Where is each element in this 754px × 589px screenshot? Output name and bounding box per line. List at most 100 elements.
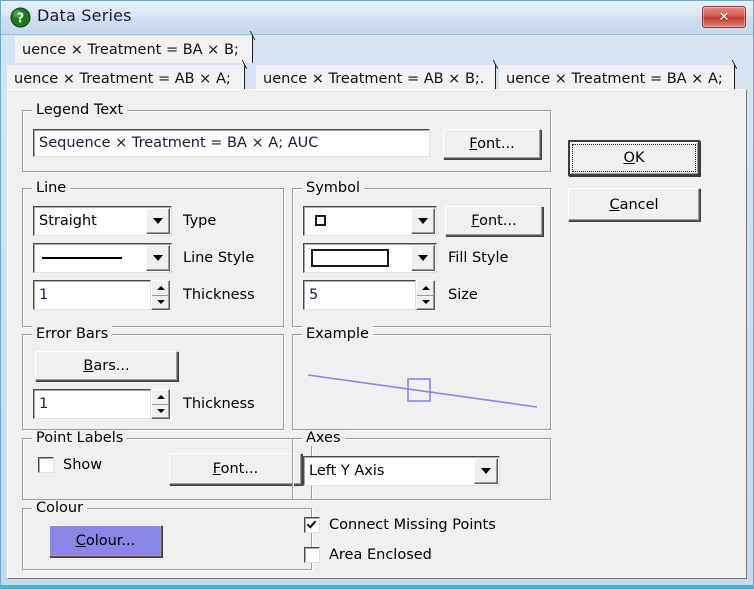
point-labels-font-button[interactable]: Font... (169, 453, 302, 485)
caret-down-icon (421, 300, 430, 305)
error-bars-thickness-label: Thickness (183, 396, 255, 412)
error-bars-group: Error Bars Bars... 1 Thickness (22, 326, 284, 430)
symbol-fill-label: Fill Style (448, 250, 509, 266)
question-mark-icon: ? (10, 7, 31, 28)
window-title: Data Series (37, 6, 132, 25)
caret-up-icon (421, 285, 430, 290)
error-bars-group-label: Error Bars (32, 326, 113, 342)
example-group: Example (292, 326, 551, 430)
line-group-label: Line (32, 180, 71, 196)
line-thickness-stepper[interactable] (151, 280, 170, 310)
open-square-icon (315, 215, 326, 226)
axes-value: Left Y Axis (309, 463, 385, 479)
connect-missing-points-label: Connect Missing Points (329, 517, 496, 533)
colour-button[interactable]: Colour... (49, 525, 162, 557)
point-labels-group: Point Labels Show Font... (22, 430, 312, 500)
chevron-down-icon (153, 255, 163, 261)
line-thickness-input[interactable]: 1 (33, 280, 151, 310)
line-type-combo[interactable]: Straight (33, 206, 172, 236)
legend-font-button-label: Font... (469, 136, 515, 152)
symbol-font-button[interactable]: Font... (445, 206, 543, 236)
symbol-group: Symbol Font... Fill Style 5 Size (292, 180, 551, 327)
caret-down-icon (156, 300, 165, 305)
line-style-combo[interactable] (33, 243, 172, 273)
chevron-down-icon (418, 255, 428, 261)
stepper-down[interactable] (417, 296, 434, 310)
line-style-dropdown-button[interactable] (146, 245, 170, 271)
symbol-shape-dropdown-button[interactable] (411, 208, 435, 234)
tab-label: uence × Treatment = BA × B; (22, 41, 239, 58)
tab-sequence-ab-b[interactable]: uence × Treatment = AB × B;. (256, 60, 499, 92)
close-icon: ✕ (718, 9, 730, 25)
svg-text:?: ? (17, 12, 25, 27)
tab-label: uence × Treatment = AB × B;. (263, 70, 485, 87)
error-bars-thickness-stepper[interactable] (151, 389, 170, 419)
tab-edge (482, 60, 499, 69)
caret-up-icon (156, 394, 165, 399)
error-bars-button-label: Bars... (83, 358, 130, 374)
colour-group: Colour Colour... (22, 500, 312, 570)
stepper-up[interactable] (152, 281, 169, 296)
error-bars-button[interactable]: Bars... (35, 351, 178, 381)
data-series-dialog: ? Data Series ✕ uence × Treatment = BA ×… (0, 0, 754, 589)
axes-combo[interactable]: Left Y Axis (303, 456, 500, 486)
symbol-shape-combo[interactable] (303, 206, 437, 236)
symbol-font-button-label: Font... (471, 213, 517, 229)
close-button[interactable]: ✕ (702, 6, 746, 28)
legend-text-group: Legend Text Sequence × Treatment = BA × … (22, 102, 551, 172)
checkbox-box (304, 517, 320, 533)
tab-strip: uence × Treatment = BA × B; uence × Trea… (7, 31, 747, 92)
checkbox-box (38, 457, 54, 473)
line-style-label: Line Style (183, 250, 255, 266)
ok-button[interactable]: OK (568, 140, 700, 176)
axes-group-label: Axes (302, 430, 345, 446)
area-enclosed-checkbox[interactable]: Area Enclosed (304, 547, 432, 563)
point-labels-font-button-label: Font... (212, 461, 259, 477)
stepper-up[interactable] (417, 281, 434, 296)
dialog-body: Legend Text Sequence × Treatment = BA × … (7, 89, 747, 579)
symbol-size-input[interactable]: 5 (303, 280, 416, 310)
chevron-down-icon (153, 218, 163, 224)
title-bar: ? Data Series ✕ (1, 1, 753, 35)
checkbox-box (304, 547, 320, 563)
chevron-down-icon (418, 218, 428, 224)
focus-ring (572, 144, 696, 172)
legend-text-group-label: Legend Text (32, 102, 128, 118)
colour-group-label: Colour (32, 500, 88, 516)
tab-label: uence × Treatment = AB × A; (14, 70, 231, 87)
connect-missing-points-checkbox[interactable]: Connect Missing Points (304, 517, 496, 533)
error-bars-thickness-input[interactable]: 1 (33, 389, 151, 419)
cancel-button-label: Cancel (609, 196, 659, 213)
line-type-dropdown-button[interactable] (146, 208, 170, 234)
example-preview (294, 345, 549, 428)
stepper-down[interactable] (152, 296, 169, 310)
point-labels-group-label: Point Labels (32, 430, 128, 446)
tab-sequence-ab-a[interactable]: uence × Treatment = AB × A; (7, 60, 248, 92)
tab-label: uence × Treatment = BA × A; (506, 70, 723, 87)
cancel-button[interactable]: Cancel (568, 188, 700, 221)
stepper-up[interactable] (152, 390, 169, 405)
tab-sequence-ba-a[interactable]: uence × Treatment = BA × A; (499, 60, 738, 92)
symbol-size-label: Size (448, 287, 478, 303)
line-type-value: Straight (39, 213, 97, 229)
axes-dropdown-button[interactable] (474, 458, 498, 484)
symbol-fill-combo[interactable] (303, 243, 437, 273)
symbol-size-stepper[interactable] (416, 280, 435, 310)
stepper-down[interactable] (152, 405, 169, 419)
point-labels-show-label: Show (63, 457, 103, 473)
symbol-fill-dropdown-button[interactable] (411, 245, 435, 271)
legend-font-button[interactable]: Font... (443, 129, 541, 159)
area-enclosed-label: Area Enclosed (329, 547, 432, 563)
solid-line-icon (42, 257, 122, 259)
legend-text-input[interactable]: Sequence × Treatment = BA × A; AUC (33, 129, 430, 157)
point-labels-show-checkbox[interactable]: Show (38, 457, 102, 473)
line-thickness-label: Thickness (183, 287, 255, 303)
chevron-down-icon (481, 468, 491, 474)
caret-down-icon (156, 409, 165, 414)
example-group-label: Example (302, 326, 373, 342)
tab-sequence-ba-b[interactable]: uence × Treatment = BA × B; (15, 31, 256, 63)
tab-edge (721, 60, 738, 69)
line-type-label: Type (183, 213, 217, 229)
caret-up-icon (156, 285, 165, 290)
colour-button-label: Colour... (75, 533, 136, 549)
